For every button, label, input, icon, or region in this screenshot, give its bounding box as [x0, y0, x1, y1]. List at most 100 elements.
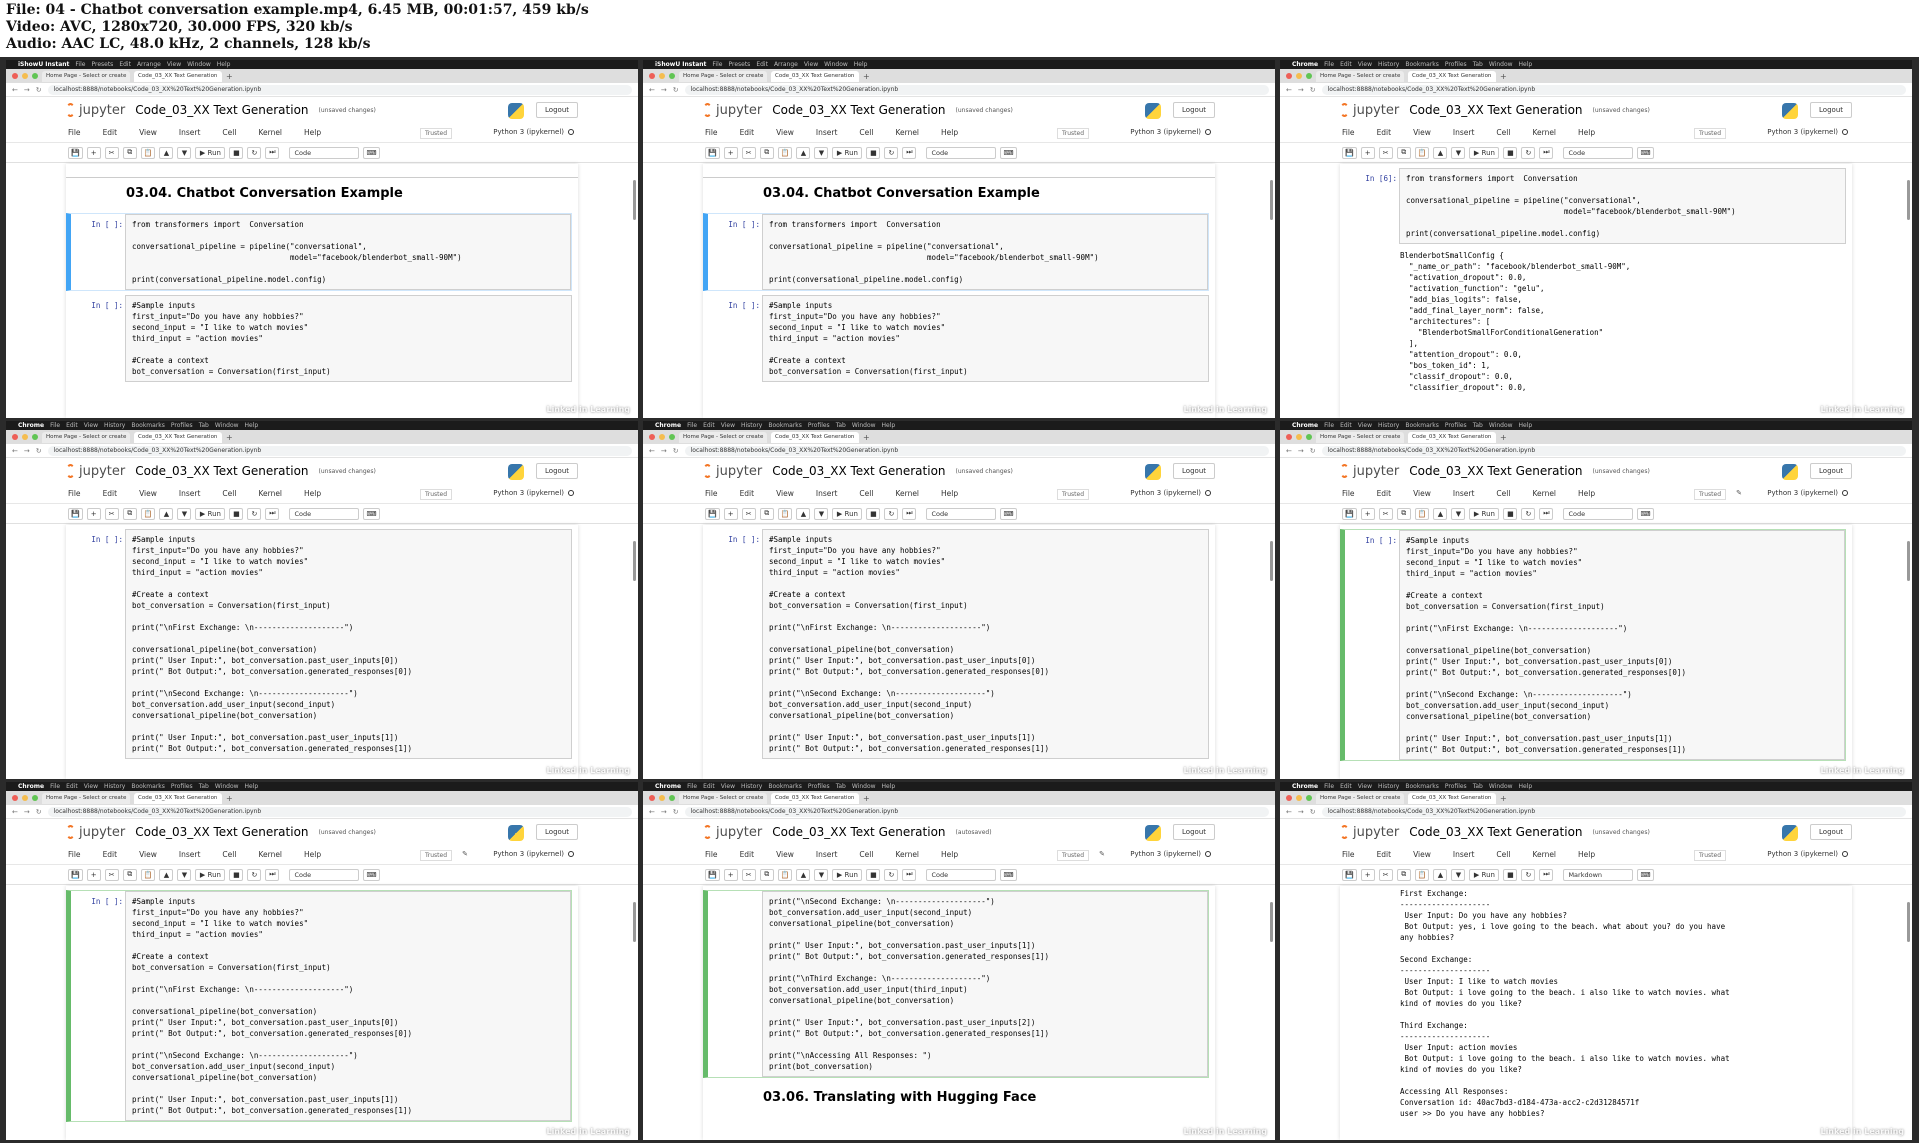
browser-tab-home[interactable]: Home Page - Select or create	[679, 70, 767, 82]
mac-menu-item[interactable]: Edit	[756, 61, 768, 68]
mac-menu-item[interactable]: Help	[245, 783, 259, 790]
scrollbar[interactable]	[1907, 541, 1910, 581]
close-window-icon[interactable]	[649, 795, 655, 801]
paste-icon[interactable]: 📋	[1414, 868, 1430, 881]
menu-insert[interactable]: Insert	[816, 489, 838, 498]
save-icon[interactable]: 💾	[1342, 868, 1357, 881]
menu-insert[interactable]: Insert	[1453, 128, 1475, 137]
mac-menu-item[interactable]: Bookmarks	[1405, 783, 1439, 790]
code-editor[interactable]: #Sample inputs first_input="Do you have …	[125, 295, 572, 382]
paste-icon[interactable]: 📋	[140, 146, 156, 159]
trusted-badge[interactable]: Trusted	[1693, 489, 1726, 500]
move-up-icon[interactable]: ▲	[1433, 868, 1448, 881]
back-icon[interactable]: ←	[649, 808, 655, 816]
fast-forward-icon[interactable]: ⏭	[902, 507, 917, 520]
kernel-indicator[interactable]: Python 3 (ipykernel)	[1130, 489, 1211, 497]
mac-menu-item[interactable]: File	[75, 61, 85, 68]
menu-view[interactable]: View	[139, 489, 157, 498]
menu-file[interactable]: File	[1342, 489, 1355, 498]
scrollbar[interactable]	[1270, 902, 1273, 942]
mac-menu-item[interactable]: Edit	[1340, 783, 1352, 790]
mac-menu-item[interactable]: Help	[1519, 783, 1533, 790]
mac-menu-item[interactable]: Window	[1489, 783, 1513, 790]
back-icon[interactable]: ←	[12, 86, 18, 94]
menu-insert[interactable]: Insert	[816, 850, 838, 859]
logout-button[interactable]: Logout	[1810, 824, 1852, 840]
menu-file[interactable]: File	[68, 489, 81, 498]
paste-icon[interactable]: 📋	[777, 868, 793, 881]
keyboard-icon[interactable]: ⌨	[1000, 868, 1017, 881]
url-input[interactable]: localhost:8888/notebooks/Code_03_XX%20Te…	[1321, 84, 1906, 95]
forward-icon[interactable]: →	[661, 808, 667, 816]
mac-menu-item[interactable]: Bookmarks	[131, 422, 165, 429]
forward-icon[interactable]: →	[24, 86, 30, 94]
kernel-indicator[interactable]: Python 3 (ipykernel)	[493, 850, 574, 858]
mac-menu-item[interactable]: View	[84, 422, 98, 429]
mac-menu-item[interactable]: Window	[824, 61, 848, 68]
minimize-window-icon[interactable]	[659, 795, 665, 801]
paste-icon[interactable]: 📋	[140, 507, 156, 520]
mac-menu-item[interactable]: File	[1324, 61, 1334, 68]
new-tab-icon[interactable]: +	[226, 72, 233, 81]
fast-forward-icon[interactable]: ⏭	[265, 507, 280, 520]
keyboard-icon[interactable]: ⌨	[1000, 146, 1017, 159]
menu-cell[interactable]: Cell	[1496, 850, 1510, 859]
forward-icon[interactable]: →	[1298, 447, 1304, 455]
back-icon[interactable]: ←	[12, 447, 18, 455]
save-icon[interactable]: 💾	[68, 146, 83, 159]
code-cell[interactable]: In [ ]: #Sample inputs first_input="Do yo…	[703, 295, 1209, 382]
notebook-title[interactable]: Code_03_XX Text Generation	[772, 464, 945, 478]
logout-button[interactable]: Logout	[1173, 102, 1215, 118]
browser-tab-home[interactable]: Home Page - Select or create	[679, 431, 767, 443]
save-icon[interactable]: 💾	[68, 507, 83, 520]
url-input[interactable]: localhost:8888/notebooks/Code_03_XX%20Te…	[1321, 445, 1906, 456]
menu-cell[interactable]: Cell	[859, 489, 873, 498]
mac-menu-item[interactable]: Bookmarks	[131, 783, 165, 790]
cell-type-select[interactable]: Code	[289, 507, 360, 520]
reload-icon[interactable]: ↻	[36, 447, 42, 455]
minimize-window-icon[interactable]	[659, 434, 665, 440]
notebook-title[interactable]: Code_03_XX Text Generation	[772, 825, 945, 839]
menu-help[interactable]: Help	[304, 850, 321, 859]
move-down-icon[interactable]: ▼	[1451, 146, 1466, 159]
add-cell-icon[interactable]: +	[723, 146, 738, 159]
mac-menu-item[interactable]: File	[50, 783, 60, 790]
new-tab-icon[interactable]: +	[226, 794, 233, 803]
mac-menu-item[interactable]: Edit	[119, 61, 131, 68]
close-window-icon[interactable]	[12, 434, 18, 440]
mac-menu-item[interactable]: View	[804, 61, 818, 68]
mac-menu-item[interactable]: History	[104, 422, 125, 429]
cut-icon[interactable]: ✂	[741, 146, 756, 159]
browser-tab-notebook[interactable]: Code_03_XX Text Generation	[134, 792, 222, 804]
move-up-icon[interactable]: ▲	[796, 507, 811, 520]
move-down-icon[interactable]: ▼	[1451, 868, 1466, 881]
restart-icon[interactable]: ↻	[1521, 146, 1536, 159]
minimize-window-icon[interactable]	[659, 73, 665, 79]
mac-menu-item[interactable]: Help	[217, 61, 231, 68]
mac-menu-item[interactable]: Edit	[703, 783, 715, 790]
restart-icon[interactable]: ↻	[247, 146, 262, 159]
cut-icon[interactable]: ✂	[741, 507, 756, 520]
url-input[interactable]: localhost:8888/notebooks/Code_03_XX%20Te…	[684, 806, 1269, 817]
paste-icon[interactable]: 📋	[777, 146, 793, 159]
menu-insert[interactable]: Insert	[179, 128, 201, 137]
forward-icon[interactable]: →	[1298, 808, 1304, 816]
menu-cell[interactable]: Cell	[859, 128, 873, 137]
run-button[interactable]: ▶ Run	[1469, 868, 1500, 881]
logout-button[interactable]: Logout	[1810, 102, 1852, 118]
logout-button[interactable]: Logout	[536, 463, 578, 479]
menu-file[interactable]: File	[705, 489, 718, 498]
mac-menu-item[interactable]: Window	[1489, 61, 1513, 68]
mac-menu-item[interactable]: Profiles	[808, 783, 830, 790]
stop-icon[interactable]: ■	[866, 868, 881, 881]
run-button[interactable]: ▶ Run	[1469, 146, 1500, 159]
menu-cell[interactable]: Cell	[222, 128, 236, 137]
cell-type-select[interactable]: Code	[289, 146, 360, 159]
move-down-icon[interactable]: ▼	[814, 507, 829, 520]
mac-menu-item[interactable]: File	[50, 422, 60, 429]
save-icon[interactable]: 💾	[1342, 146, 1357, 159]
kernel-indicator[interactable]: Python 3 (ipykernel)	[1767, 128, 1848, 136]
trusted-badge[interactable]: Trusted	[1056, 850, 1089, 861]
cell-type-select[interactable]: Code	[926, 146, 997, 159]
mac-menu-item[interactable]: Help	[245, 422, 259, 429]
